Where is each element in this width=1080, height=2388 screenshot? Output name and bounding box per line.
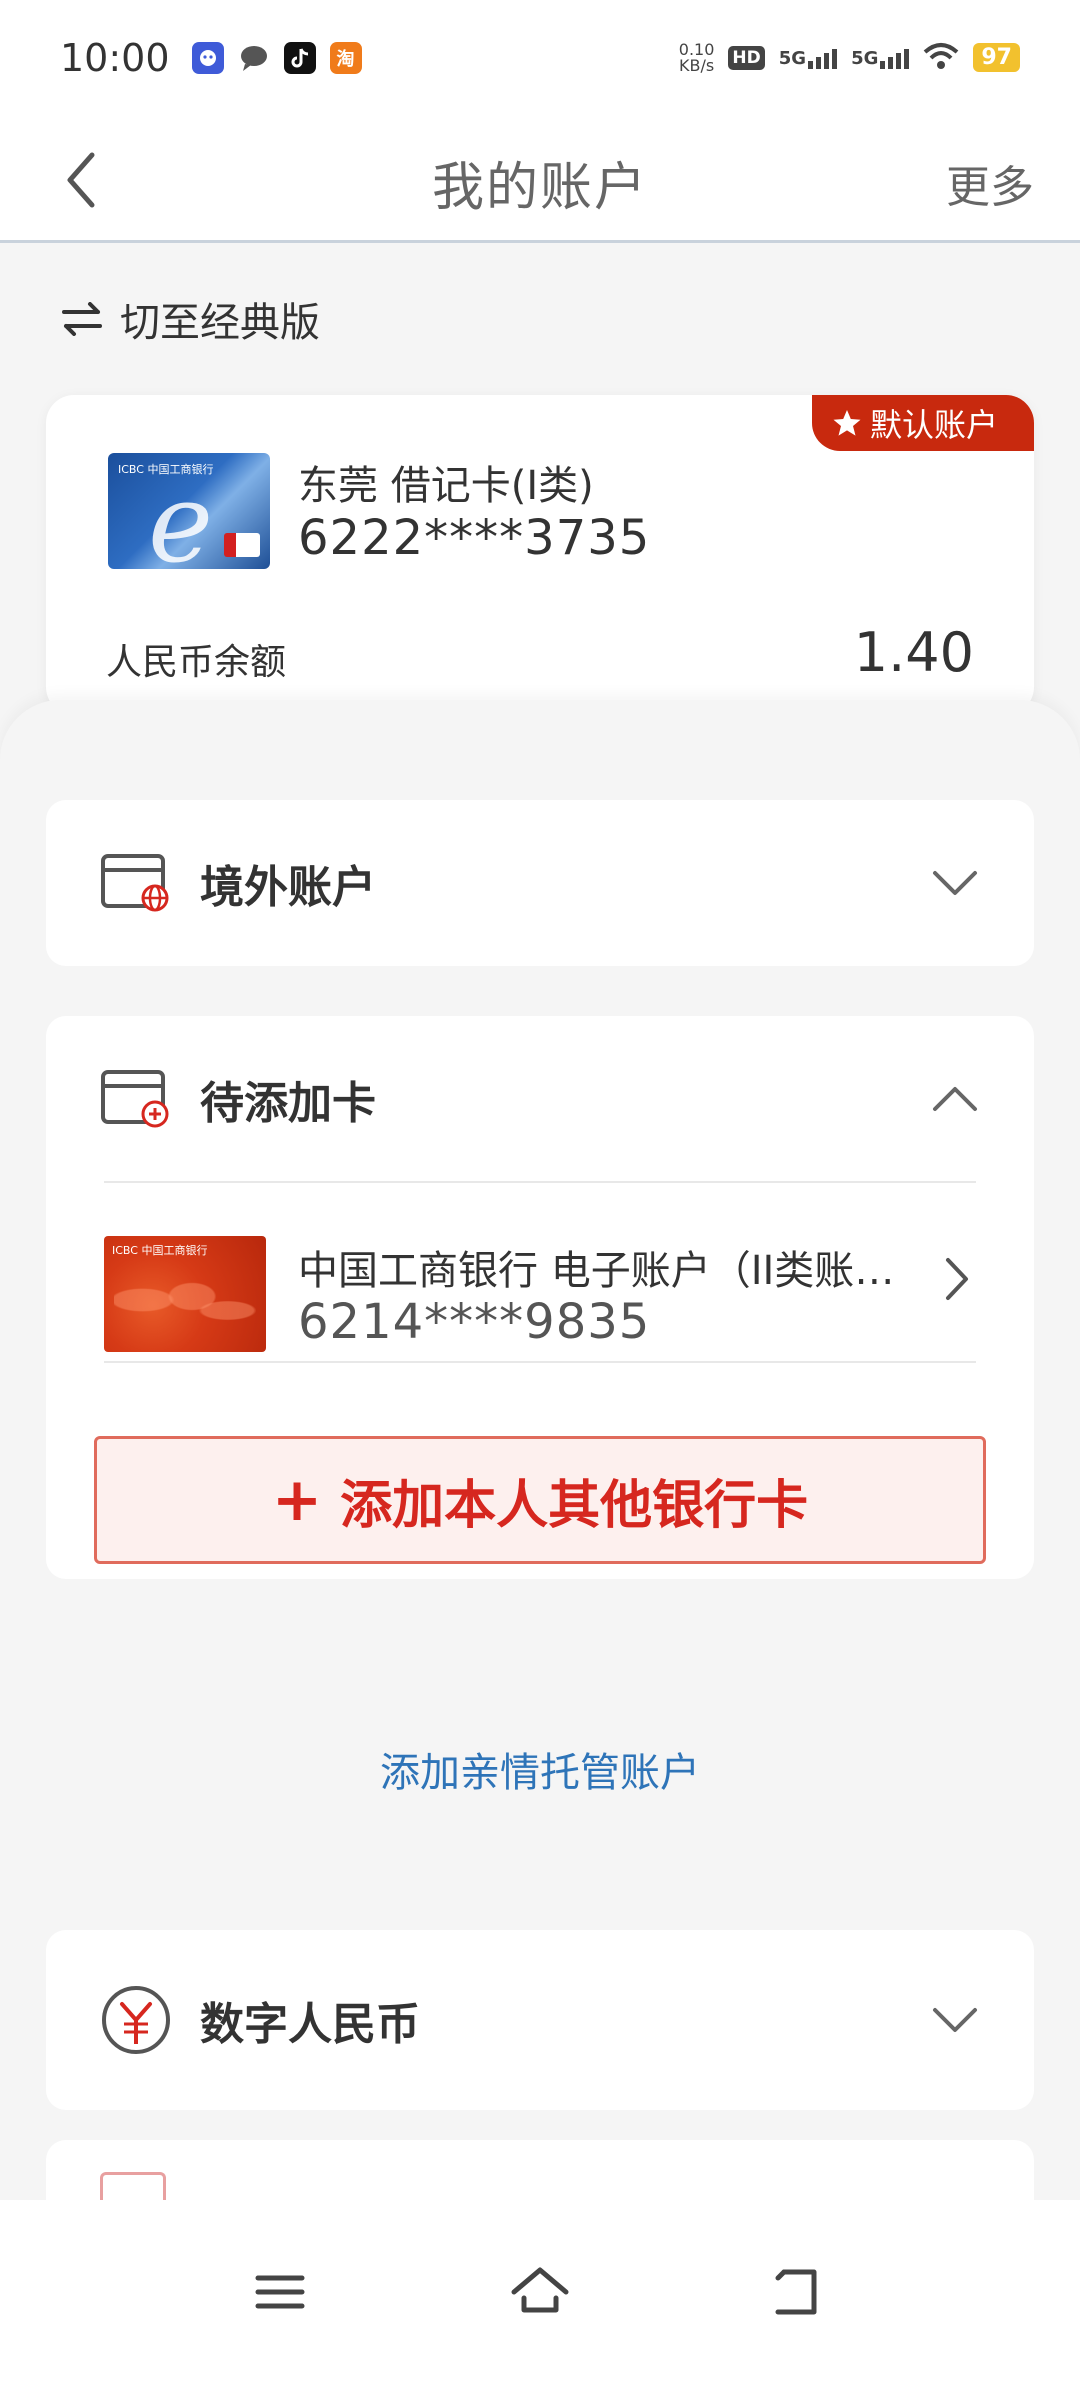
bank-card-image: ICBC 中国工商银行 <box>104 1236 266 1352</box>
overseas-accounts-panel[interactable]: 境外账户 <box>46 800 1034 966</box>
tiktok-icon <box>283 41 316 74</box>
digital-rmb-panel[interactable]: 数字人民币 <box>46 1930 1034 2110</box>
switch-classic-version[interactable]: 切至经典版 <box>62 290 320 348</box>
divider <box>104 1361 976 1363</box>
taobao-icon: 淘 <box>329 41 362 74</box>
digital-rmb-title: 数字人民币 <box>200 1999 420 2050</box>
partial-panel-icon <box>100 2172 166 2200</box>
chevron-right-icon <box>946 1258 968 1300</box>
default-account-card[interactable]: 默认账户 ICBC 中国工商银行 e 东莞 借记卡(Ⅰ类) 6222****37… <box>46 395 1034 715</box>
back-icon <box>775 2269 817 2315</box>
balance-value: 1.40 <box>853 621 974 684</box>
balance-label: 人民币余额 <box>106 642 287 683</box>
overseas-accounts-header[interactable]: 境外账户 <box>46 800 1034 966</box>
page-title: 我的账户 <box>431 158 648 218</box>
network-speed: 0.10 KB/s <box>678 39 715 75</box>
card-globe-icon <box>101 854 169 912</box>
pending-cards-header[interactable]: 待添加卡 <box>46 1016 1034 1182</box>
message-icon <box>238 42 270 74</box>
home-icon <box>511 2267 569 2313</box>
signal-icon: 5G <box>851 47 910 69</box>
switch-classic-label: 切至经典版 <box>120 300 320 346</box>
nav-back-button[interactable] <box>770 2262 830 2326</box>
digital-rmb-header[interactable]: 数字人民币 <box>46 1930 1034 2110</box>
status-app-icons: 淘 <box>191 41 362 74</box>
card-number: 6222****3735 <box>298 510 651 566</box>
bank-card-image: ICBC 中国工商银行 e <box>108 453 270 569</box>
chat-app-icon <box>191 41 224 74</box>
menu-icon <box>255 2275 305 2309</box>
unionpay-icon <box>224 533 260 557</box>
chevron-down-icon[interactable] <box>930 2005 980 2035</box>
pending-card-name: 中国工商银行 电子账户（II类账户） <box>298 1248 918 1294</box>
pending-card-number: 6214****9835 <box>298 1294 651 1350</box>
app-header: 我的账户 更多 <box>0 115 1080 243</box>
accounts-sheet: 境外账户 待添加卡 ICBC 中国工商银行 中国工商银行 电子账户（II类账户）… <box>0 700 1080 2200</box>
pending-cards-title: 待添加卡 <box>200 1078 376 1129</box>
battery-icon: 97 <box>973 43 1020 72</box>
star-icon <box>833 410 861 436</box>
overseas-accounts-title: 境外账户 <box>200 862 376 913</box>
digital-yuan-icon <box>102 1986 170 2054</box>
add-family-account-link[interactable]: 添加亲情托管账户 <box>0 1740 1080 1798</box>
default-account-badge: 默认账户 <box>811 395 1034 451</box>
add-other-bank-card-button[interactable]: + 添加本人其他银行卡 <box>94 1436 986 1564</box>
wifi-icon <box>923 42 959 74</box>
chevron-down-icon[interactable] <box>930 868 980 898</box>
signal-icon: 5G <box>779 47 838 69</box>
more-button[interactable]: 更多 <box>946 151 1034 215</box>
status-indicators: 0.10 KB/s HD 5G 5G 97 <box>678 39 1020 75</box>
hd-icon: HD <box>728 45 765 70</box>
plus-icon: + <box>271 1465 323 1535</box>
pending-cards-panel: 待添加卡 ICBC 中国工商银行 中国工商银行 电子账户（II类账户） 6214… <box>46 1016 1034 1579</box>
card-name: 东莞 借记卡(Ⅰ类) <box>298 463 594 509</box>
system-nav-bar <box>0 2200 1080 2388</box>
nav-menu-button[interactable] <box>250 2262 310 2326</box>
status-bar: 10:00 淘 0.10 KB/s HD 5G 5G 97 <box>0 0 1080 115</box>
next-panel-partial <box>46 2140 1034 2200</box>
e-logo-icon: e <box>148 459 214 569</box>
status-time: 10:00 <box>60 35 170 80</box>
divider <box>104 1181 976 1183</box>
chevron-up-icon[interactable] <box>930 1084 980 1114</box>
swap-arrows-icon <box>62 302 102 336</box>
card-add-icon <box>101 1070 169 1128</box>
nav-home-button[interactable] <box>510 2262 570 2326</box>
